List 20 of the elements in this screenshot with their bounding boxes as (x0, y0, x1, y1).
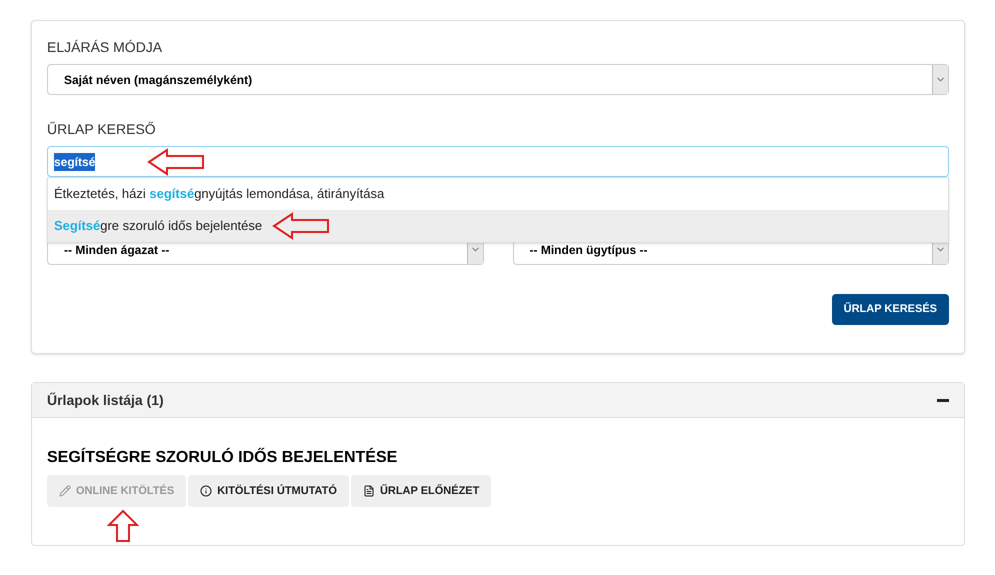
search-button[interactable]: ŰRLAP KERESÉS (832, 294, 949, 325)
document-icon (362, 485, 375, 497)
pencil-icon (59, 485, 71, 497)
action-button[interactable]: ŰRLAP ELŐNÉZET (350, 475, 492, 507)
arrow-annotation (272, 212, 330, 240)
dropdown-field[interactable]: Saját néven (magánszemélyként) (47, 64, 949, 95)
search-field[interactable]: segítsé (47, 146, 949, 177)
suggestion-item[interactable]: Segítségre szoruló idős bejelentése (54, 216, 262, 236)
field-label: ŰRLAP KERESŐ (47, 120, 157, 139)
action-button[interactable]: KITÖLTÉSI ÚTMUTATÓ (188, 475, 349, 507)
arrow-annotation (147, 148, 206, 176)
suggestion-item[interactable]: Étkeztetés, házi segítségnyújtás lemondása, átirányítása (54, 184, 384, 204)
results-title: Űrlapok listája (1) (47, 390, 164, 410)
field-label: ELJÁRÁS MÓDJA (47, 38, 164, 57)
collapse-button[interactable] (937, 398, 949, 402)
search-value: segítsé (54, 152, 96, 170)
minus-icon (937, 398, 949, 402)
arrow-annotation (107, 509, 139, 543)
form-title: SEGÍTSÉGRE SZORULÓ IDŐS BEJELENTÉSE (47, 446, 398, 468)
info-icon (200, 485, 212, 497)
